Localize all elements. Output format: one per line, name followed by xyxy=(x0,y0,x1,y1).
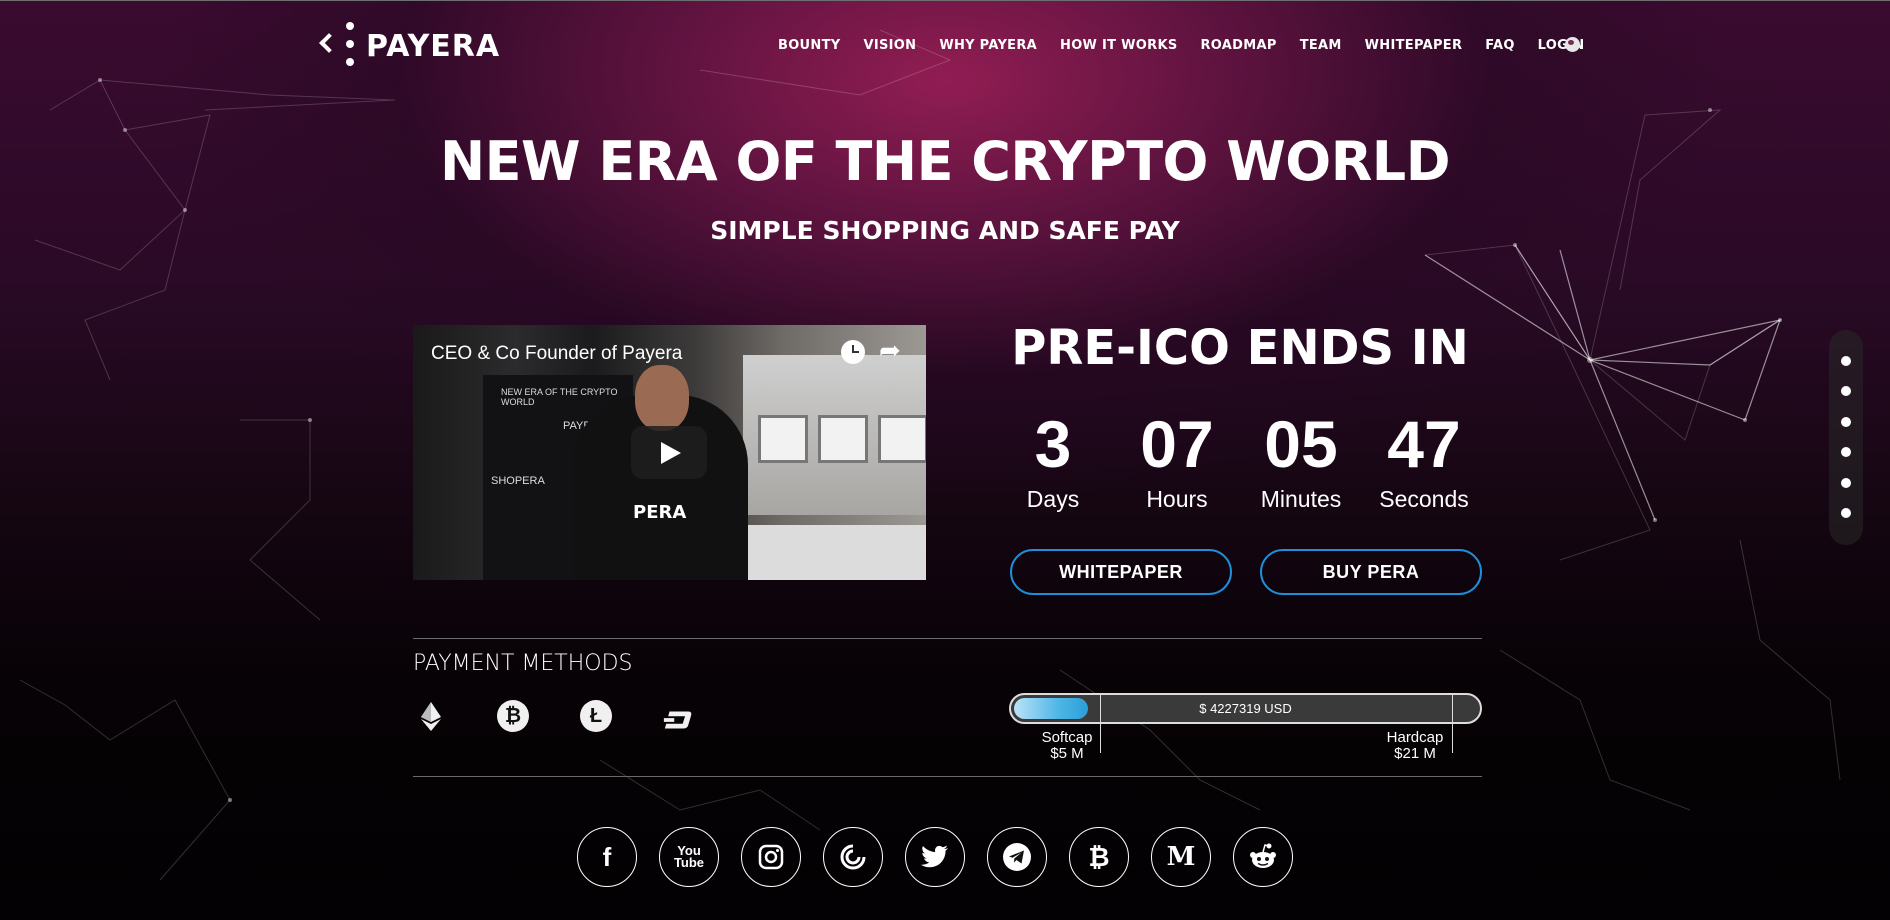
video-speaker-head xyxy=(635,365,689,431)
nav-roadmap[interactable]: ROADMAP xyxy=(1200,38,1276,53)
buy-pera-button[interactable]: BUY PERA xyxy=(1260,549,1482,595)
reddit-icon[interactable] xyxy=(1233,827,1293,887)
funding-raised-label: $ 4227319 USD xyxy=(1199,701,1292,716)
nav-whitepaper[interactable]: WHITEPAPER xyxy=(1365,38,1463,53)
video-player[interactable]: NEW ERA OF THE CRYPTO WORLD PAYERA SHOPE… xyxy=(413,325,926,580)
play-button[interactable] xyxy=(631,426,707,479)
divider xyxy=(413,776,1482,777)
video-table xyxy=(743,525,926,580)
top-border xyxy=(0,0,1890,1)
countdown-title: PRE-ICO ENDS IN xyxy=(1011,320,1469,376)
medium-icon[interactable]: M xyxy=(1151,827,1211,887)
watch-later-icon[interactable] xyxy=(841,340,865,364)
main-nav: BOUNTY VISION WHY PAYERA HOW IT WORKS RO… xyxy=(778,38,1607,53)
bitcoin-icon: ₿ xyxy=(497,700,529,732)
section-dot[interactable] xyxy=(1841,478,1851,488)
shirt-logo: PERA xyxy=(633,502,687,523)
section-dots-nav xyxy=(1829,330,1863,545)
softcap-title: Softcap xyxy=(1041,729,1093,746)
litecoin-icon: Ł xyxy=(580,700,612,732)
softcap-label: Softcap $5 M xyxy=(1022,730,1112,762)
section-dot[interactable] xyxy=(1841,447,1851,457)
section-dot[interactable] xyxy=(1841,508,1851,518)
nav-faq[interactable]: FAQ xyxy=(1485,38,1514,53)
video-window xyxy=(758,415,808,463)
section-dot[interactable] xyxy=(1841,356,1851,366)
video-window xyxy=(818,415,868,463)
facebook-icon[interactable]: f xyxy=(577,827,637,887)
countdown-hours: 07 Hours xyxy=(1118,410,1236,513)
hardcap-value: $21 M xyxy=(1394,745,1436,762)
share-icon[interactable]: ➦ xyxy=(879,335,901,366)
payera-logo[interactable]: PAYERA xyxy=(318,20,500,72)
days-label: Days xyxy=(1026,486,1080,512)
bitcointalk-icon[interactable] xyxy=(823,827,883,887)
hardcap-label: Hardcap $21 M xyxy=(1370,730,1460,762)
hardcap-title: Hardcap xyxy=(1386,729,1444,746)
bitcoin-icon[interactable]: ₿ xyxy=(1069,827,1129,887)
hero-subtitle: SIMPLE SHOPPING AND SAFE PAY xyxy=(710,216,1180,245)
days-value: 3 xyxy=(1034,407,1072,481)
hero-title: NEW ERA OF THE CRYPTO WORLD xyxy=(439,130,1451,193)
minutes-label: Minutes xyxy=(1260,486,1342,512)
banner-text: SHOPERA xyxy=(491,475,545,487)
divider xyxy=(413,638,1482,639)
video-window xyxy=(878,415,926,463)
video-title[interactable]: CEO & Co Founder of Payera xyxy=(431,343,682,365)
nav-vision[interactable]: VISION xyxy=(863,38,916,53)
logo-text: PAYERA xyxy=(366,28,501,64)
telegram-icon[interactable] xyxy=(987,827,1047,887)
youtube-icon[interactable]: You Tube xyxy=(659,827,719,887)
minutes-value: 05 xyxy=(1264,407,1338,481)
dash-icon xyxy=(663,711,692,729)
payment-methods-title: PAYMENT METHODS xyxy=(413,651,633,676)
whitepaper-button[interactable]: WHITEPAPER xyxy=(1010,549,1232,595)
nav-why-payera[interactable]: WHY PAYERA xyxy=(939,38,1037,53)
nav-team[interactable]: TEAM xyxy=(1300,38,1342,53)
language-globe-icon[interactable] xyxy=(1565,37,1580,52)
hours-label: Hours xyxy=(1146,486,1208,512)
ethereum-icon xyxy=(421,702,441,731)
section-dot[interactable] xyxy=(1841,417,1851,427)
countdown-minutes: 05 Minutes xyxy=(1242,410,1360,513)
countdown-days: 3 Days xyxy=(994,410,1112,513)
funding-progress-bar: $ 4227319 USD xyxy=(1009,693,1482,724)
countdown-seconds: 47 Seconds xyxy=(1365,410,1483,513)
hours-value: 07 xyxy=(1140,407,1214,481)
twitter-icon[interactable] xyxy=(905,827,965,887)
section-dot[interactable] xyxy=(1841,386,1851,396)
softcap-value: $5 M xyxy=(1050,745,1084,762)
seconds-label: Seconds xyxy=(1379,486,1469,512)
seconds-value: 47 xyxy=(1387,407,1461,481)
nav-bounty[interactable]: BOUNTY xyxy=(778,38,840,53)
logo-mark-icon xyxy=(318,20,360,72)
nav-how-it-works[interactable]: HOW IT WORKS xyxy=(1060,38,1177,53)
instagram-icon[interactable] xyxy=(741,827,801,887)
